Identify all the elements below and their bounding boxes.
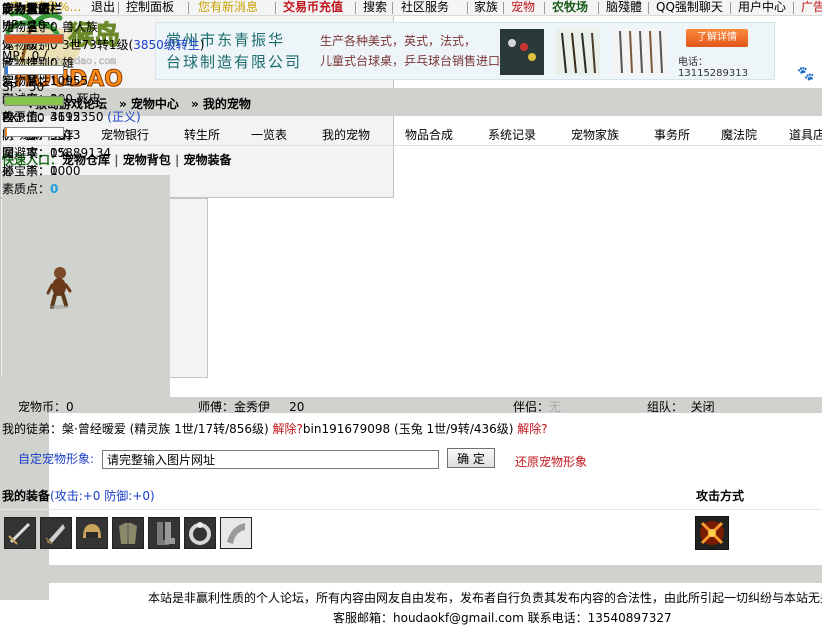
separator [392, 2, 393, 14]
custom-image-url-input[interactable] [102, 450, 439, 469]
equipment-title: 我的装备 [2, 489, 51, 503]
equip-slot-accessory[interactable] [220, 517, 252, 549]
equip-slot-offhand[interactable] [40, 517, 72, 549]
exp-bar-fill [5, 128, 7, 136]
topbar-community[interactable]: 社区服务 [401, 0, 449, 15]
topbar-new-message[interactable]: 您有新消息 [198, 0, 258, 15]
remove-apprentice-2[interactable]: 解除? [517, 422, 547, 436]
banner-phone: 电话：13115289313 [678, 57, 748, 79]
footer-contact: 客服邮箱：houdaokf@gmail.com 联系电话：13540897327 [333, 611, 672, 625]
hp-bar-fill [5, 35, 63, 43]
quick-link-equipment[interactable]: 宠物装备 [184, 153, 232, 167]
nav-pet-bank[interactable]: 宠物银行 [101, 126, 149, 143]
custom-image-label: 自定宠物形象: [18, 452, 95, 466]
topbar-pet[interactable]: 宠物 [511, 0, 535, 15]
banner-description: 生产各种美式，英式，法式， 儿童式台球桌，乒乓球台销售进口 [320, 34, 501, 68]
hp-label: HP：10 [2, 18, 46, 32]
pet-group: 组队： 关闭 [647, 400, 715, 414]
apprentice-2[interactable]: bin191679098 (玉兔 1世/9转/436级) [303, 422, 514, 436]
attack-method-title: 攻击方式 [696, 489, 745, 503]
nav-pet-family[interactable]: 宠物家族 [571, 126, 619, 143]
footer-disclaimer: 本站是非赢利性质的个人论坛，所有内容由网友自由发布，发布者自行负责其发布内容的合… [148, 591, 822, 605]
equip-slot-helmet[interactable] [76, 517, 108, 549]
nav-my-pet[interactable]: 我的宠物 [322, 126, 370, 143]
divider [0, 509, 822, 510]
separator [648, 2, 649, 14]
pet-image-panel [2, 175, 170, 397]
sword-icon [8, 522, 31, 545]
quick-link-backpack[interactable]: 宠物背包 [123, 153, 171, 167]
status-points: 素质点：0 [2, 182, 59, 196]
separator [188, 2, 189, 14]
separator [503, 2, 504, 14]
separator [598, 2, 599, 14]
breadcrumb-my-pet[interactable]: » 我的宠物 [191, 95, 251, 112]
separator [544, 2, 545, 14]
ad-banner[interactable]: 常州市东青振华 台球制造有限公司 生产各种美式，英式，法式， 儿童式台球桌，乒乓… [155, 22, 775, 80]
equip-slot-ring[interactable] [184, 517, 216, 549]
pet-partner: 伴侣：无 [513, 400, 562, 414]
banner-details-button[interactable]: 了解详情 [686, 29, 748, 47]
equip-slot-weapon[interactable] [4, 517, 36, 549]
hp-bar [4, 34, 64, 44]
sp-bar [4, 96, 64, 106]
helmet-icon [83, 524, 101, 538]
sp-label: SP：50 [2, 80, 45, 94]
armor-icon [119, 523, 137, 544]
attack-method-slot[interactable] [695, 516, 729, 550]
nav-system-log[interactable]: 系统记录 [488, 126, 536, 143]
nav-rebirth[interactable]: 转生所 [184, 126, 220, 143]
topbar-family[interactable]: 家族 [474, 0, 498, 15]
topbar-recharge[interactable]: 交易币充值 [283, 0, 343, 15]
separator [793, 2, 794, 14]
exp-label: EXP：0 [2, 111, 45, 125]
separator [355, 2, 356, 14]
pet-avatar[interactable] [46, 265, 72, 309]
blade-icon [45, 524, 65, 545]
apprentice-list: 我的徒弟：槃·曾经暧爱 (精灵族 1世/17转/856级) 解除?bin1916… [2, 420, 548, 437]
mp-label: MP：0 / [2, 49, 48, 63]
exp-bar [4, 127, 64, 137]
footer-bar [0, 565, 822, 583]
scroll-icon [227, 523, 245, 544]
apprentice-label: 我的徒弟： [2, 422, 63, 436]
separator [275, 2, 276, 14]
equipment-header: 我的装备(攻击:+0 防御:+0) [2, 487, 155, 504]
attr-magic-attack: 魔 攻：15889134 [2, 146, 112, 160]
paw-icon: 🐾 [797, 66, 815, 82]
topbar-farm[interactable]: 农牧场 [552, 0, 588, 15]
topbar-user-center[interactable]: 用户中心 [738, 0, 786, 15]
separator [730, 2, 731, 14]
sp-bar-fill [5, 97, 63, 105]
rebirth-link[interactable]: 3850级转生 [133, 38, 200, 52]
remove-apprentice-1[interactable]: 解除? [273, 422, 303, 436]
topbar-search[interactable]: 搜索 [363, 0, 387, 15]
topbar-brain[interactable]: 脑殘體 [606, 0, 642, 15]
equip-slot-armor[interactable] [112, 517, 144, 549]
ring-icon [189, 522, 211, 545]
mp-bar [4, 65, 64, 75]
pet-master: 师傅：金秀伊 20 [198, 400, 305, 414]
mp-bar-fill [5, 66, 8, 74]
fire-strike-icon [700, 521, 724, 545]
pet-info-row: 宠物币：0 师傅：金秀伊 20 伴侣：无 组队： 关闭 [0, 397, 822, 414]
equipment-stats: (攻击:+0 防御:+0) [50, 489, 155, 503]
nav-item-synthesis[interactable]: 物品合成 [405, 126, 453, 143]
nav-magic-hall[interactable]: 魔法院 [721, 126, 757, 143]
nav-overview[interactable]: 一览表 [251, 126, 287, 143]
separator [467, 2, 468, 14]
topbar-ads[interactable]: 广告 [801, 0, 822, 15]
pet-coins: 宠物币：0 [18, 400, 74, 414]
billiard-products-image [500, 29, 668, 75]
boots-icon [157, 522, 175, 545]
restore-image-link[interactable]: 还原宠物形象 [515, 453, 587, 470]
apprentice-1[interactable]: 槃·曾经暧爱 (精灵族 1世/17转/856级) [62, 422, 269, 436]
confirm-button[interactable]: 确 定 [447, 448, 495, 468]
attr-critical: 必 杀：0 [2, 164, 58, 178]
nav-item-shop[interactable]: 道具店 [789, 126, 822, 143]
nav-office[interactable]: 事务所 [654, 126, 690, 143]
equip-slot-boots[interactable] [148, 517, 180, 549]
topbar-qq-chat[interactable]: QQ强制聊天 [656, 0, 723, 15]
